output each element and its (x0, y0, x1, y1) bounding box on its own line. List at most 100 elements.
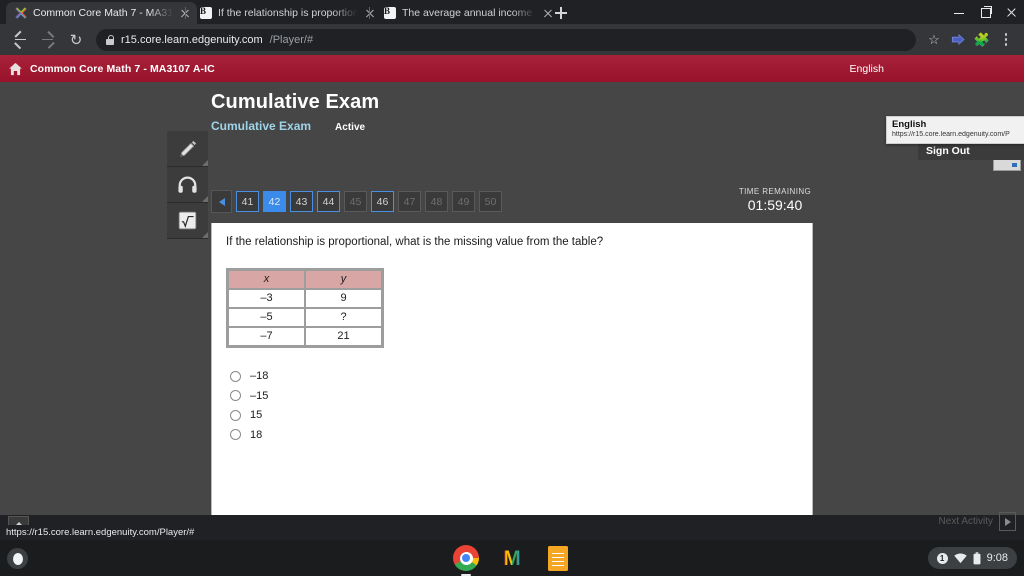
radio-button[interactable] (230, 429, 241, 441)
question-button-50[interactable]: 50 (479, 191, 502, 212)
math-sqrt-icon (178, 211, 197, 230)
answer-choice-3[interactable]: 15 (230, 406, 812, 426)
restore-button[interactable] (972, 0, 998, 24)
bookmark-star-icon[interactable]: ☆ (922, 28, 946, 52)
cell-y-2: ? (305, 307, 382, 327)
tool-rail (167, 131, 208, 239)
shelf-app-list: M (0, 540, 1024, 576)
question-prompt: If the relationship is proportional, wha… (226, 236, 604, 248)
question-button-48[interactable]: 48 (425, 191, 448, 212)
language-selector[interactable]: English (850, 55, 884, 82)
chromebook-screen: Common Core Math 7 - MA3107 B If the rel… (0, 0, 1024, 576)
table-header-x: x (228, 269, 305, 289)
choice-label: –15 (250, 389, 269, 402)
question-nav: 41 42 43 44 45 46 47 48 49 50 (211, 190, 502, 213)
address-bar[interactable]: r15.core.learn.edgenuity.com/Player/# (96, 28, 916, 51)
browser-tab-1[interactable]: Common Core Math 7 - MA3107 (6, 2, 197, 24)
sign-out-menu-item[interactable]: Sign Out (918, 141, 1024, 160)
pencil-icon (179, 140, 196, 157)
table-row: –5 ? (228, 307, 382, 327)
radio-button[interactable] (230, 370, 241, 382)
minimize-button[interactable] (946, 0, 972, 24)
tab-title: If the relationship is proportiona (218, 7, 358, 19)
question-button-45[interactable]: 45 (344, 191, 367, 212)
window-controls (946, 0, 1024, 24)
question-button-41[interactable]: 41 (236, 191, 259, 212)
cell-x-1: –3 (228, 288, 305, 308)
exam-header: Cumulative Exam Cumulative Exam Active (0, 82, 1024, 133)
notification-badge[interactable]: 1 (936, 552, 948, 564)
breadcrumb[interactable]: Cumulative Exam (211, 119, 311, 133)
mini-panel-button[interactable] (993, 159, 1021, 171)
edgenuity-x-icon (15, 7, 27, 19)
question-card: If the relationship is proportional, wha… (211, 223, 813, 515)
choice-label: 15 (250, 409, 263, 422)
close-window-button[interactable] (998, 0, 1024, 24)
question-button-47[interactable]: 47 (398, 191, 421, 212)
audio-tool[interactable] (167, 167, 208, 203)
value-table: x y –3 9 –5 ? –7 21 (226, 267, 384, 348)
extensions-puzzle-icon[interactable]: 🧩 (970, 28, 994, 52)
prev-questions-button[interactable] (211, 190, 232, 213)
status-bar-link: https://r15.core.learn.edgenuity.com/Pla… (0, 525, 201, 539)
back-arrow-icon[interactable] (6, 26, 34, 54)
course-header-bar: Common Core Math 7 - MA3107 A-IC English (0, 55, 1024, 82)
radio-button[interactable] (230, 390, 241, 402)
next-activity-label: Next Activity (938, 516, 993, 527)
share-arrow-icon[interactable] (946, 28, 970, 52)
question-button-49[interactable]: 49 (452, 191, 475, 212)
timer-label: TIME REMAINING (738, 187, 812, 196)
reload-icon[interactable]: ↻ (62, 26, 90, 54)
chrome-menu-icon[interactable] (994, 28, 1018, 52)
question-button-46[interactable]: 46 (371, 191, 394, 212)
question-button-44[interactable]: 44 (317, 191, 340, 212)
gmail-icon[interactable]: M (499, 545, 525, 571)
new-tab-button[interactable] (551, 4, 571, 22)
browser-tab-3[interactable]: B The average annual income of a (375, 2, 560, 24)
question-button-42[interactable]: 42 (263, 191, 286, 212)
tab-separator (185, 7, 186, 19)
docs-icon[interactable] (548, 545, 568, 571)
table-header-y: y (305, 269, 382, 289)
page-title: Cumulative Exam (211, 91, 380, 113)
tab-separator (369, 7, 370, 19)
question-button-43[interactable]: 43 (290, 191, 313, 212)
answer-choice-2[interactable]: –15 (230, 386, 812, 406)
url-host: r15.core.learn.edgenuity.com (121, 33, 263, 46)
browser-tab-2[interactable]: B If the relationship is proportiona (191, 2, 382, 24)
choice-label: 18 (250, 428, 263, 441)
chrome-icon[interactable] (453, 545, 479, 576)
table-row: –7 21 (228, 326, 382, 346)
battery-icon (973, 551, 981, 564)
cell-x-2: –5 (228, 307, 305, 327)
wifi-icon (953, 553, 967, 563)
brainly-b-icon: B (200, 7, 212, 19)
course-title: Common Core Math 7 - MA3107 A-IC (30, 62, 215, 75)
forward-arrow-icon[interactable] (34, 26, 62, 54)
tab-title: The average annual income of a (402, 7, 536, 19)
cell-x-3: –7 (228, 326, 305, 346)
next-activity[interactable]: Next Activity (939, 512, 1016, 531)
cell-y-3: 21 (305, 326, 382, 346)
url-path: /Player/# (269, 33, 314, 46)
edgenuity-page: Common Core Math 7 - MA3107 A-IC English… (0, 55, 1024, 515)
clock: 9:08 (986, 552, 1008, 564)
answer-choice-4[interactable]: 18 (230, 425, 812, 445)
browser-toolbar: ↻ r15.core.learn.edgenuity.com/Player/# … (0, 24, 1024, 55)
timer-value: 01:59:40 (747, 197, 803, 213)
calculator-tool[interactable] (167, 203, 208, 239)
system-tray[interactable]: 1 9:08 (927, 547, 1017, 569)
next-activity-button[interactable] (999, 512, 1016, 531)
answer-choice-1[interactable]: –18 (230, 367, 812, 387)
status-badge: Active (335, 122, 366, 133)
home-icon[interactable] (0, 62, 30, 76)
secure-lock-icon (106, 34, 115, 45)
radio-button[interactable] (230, 409, 241, 421)
share-arrow-glyph (951, 33, 965, 46)
headphones-icon (178, 176, 197, 193)
link-tooltip: English https://r15.core.learn.edgenuity… (886, 116, 1024, 144)
tab-title: Common Core Math 7 - MA3107 (33, 7, 173, 19)
tooltip-url: https://r15.core.learn.edgenuity.com/P (892, 130, 1010, 138)
highlighter-tool[interactable] (167, 131, 208, 167)
chromeos-shelf: M 1 9:08 (0, 540, 1024, 576)
